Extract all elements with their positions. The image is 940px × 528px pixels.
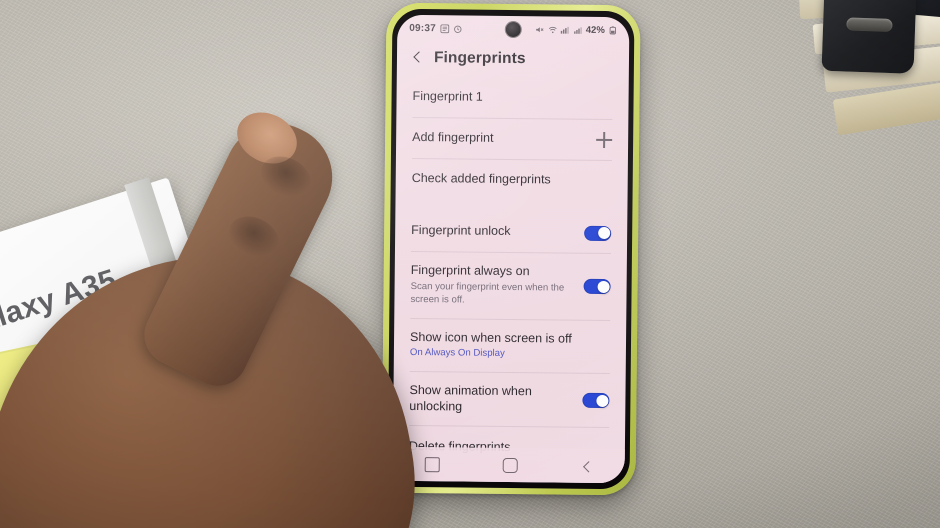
scene: Galaxy A35 09:37: [0, 0, 940, 528]
scene-vignette: [0, 0, 940, 528]
